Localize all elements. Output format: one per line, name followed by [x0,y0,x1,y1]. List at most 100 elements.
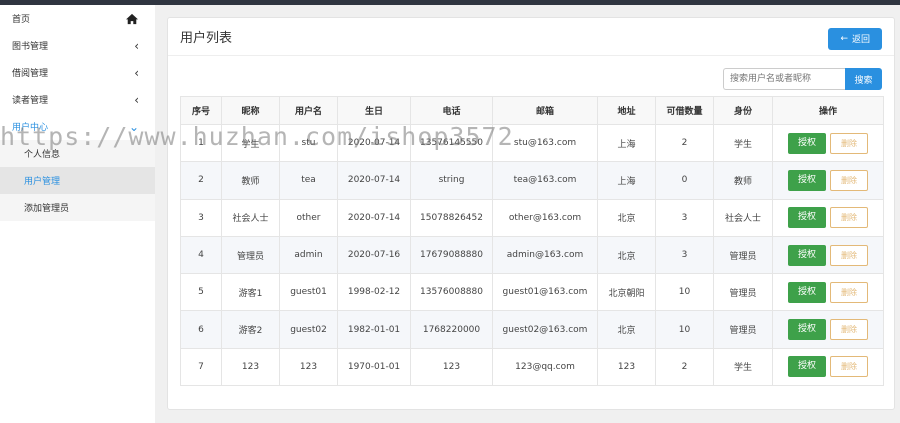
chevron-left-icon: ‹ [134,65,139,80]
cell-address: 上海 [597,161,656,200]
panel-header: 用户列表 ← 返回 [168,18,894,56]
cell-actions: 授权 删除 [772,235,884,275]
cell-address: 北京 [597,235,656,275]
cell-role: 教师 [713,161,773,200]
cell-nickname: 教师 [221,161,280,200]
cell-actions: 授权 删除 [772,273,884,312]
authorize-button[interactable]: 授权 [788,356,826,378]
user-table: 序号 昵称 用户名 生日 电话 邮箱 地址 可借数量 身份 操作 1 学生 st… [180,96,884,387]
cell-phone: 123 [410,347,493,387]
cell-email: admin@163.com [492,235,598,275]
cell-email: guest01@163.com [492,273,598,312]
delete-button[interactable]: 删除 [830,244,868,266]
table-row: 7 123 123 1970-01-01 123 123@qq.com 123 … [180,347,884,387]
sidebar-item-borrow[interactable]: 借阅管理 ‹ [0,59,155,86]
authorize-button[interactable]: 授权 [788,319,826,341]
column-header: 身份 [713,96,773,125]
sidebar-subitem-user-management[interactable]: 用户管理 [0,167,155,194]
table-header-row: 序号 昵称 用户名 生日 电话 邮箱 地址 可借数量 身份 操作 [180,96,884,125]
cell-username: tea [279,161,338,200]
cell-quota: 0 [655,161,714,200]
cell-phone: 17679088880 [410,235,493,275]
cell-id: 5 [180,273,222,312]
cell-nickname: 管理员 [221,235,280,275]
table-row: 4 管理员 admin 2020-07-16 17679088880 admin… [180,235,884,275]
delete-button[interactable]: 删除 [830,169,868,191]
column-header: 序号 [180,96,222,125]
delete-button[interactable]: 删除 [830,356,868,378]
cell-birthday: 1998-02-12 [337,273,411,312]
cell-username: 123 [279,347,338,387]
sidebar-subitem-profile[interactable]: 个人信息 [0,140,155,167]
table-row: 5 游客1 guest01 1998-02-12 13576008880 gue… [180,273,884,312]
cell-birthday: 1970-01-01 [337,347,411,387]
column-header: 地址 [597,96,656,125]
authorize-button[interactable]: 授权 [788,132,826,154]
cell-role: 管理员 [713,273,773,312]
cell-username: admin [279,235,338,275]
back-button[interactable]: ← 返回 [828,27,882,50]
cell-phone: 13576145550 [410,123,493,163]
cell-birthday: 2020-07-14 [337,161,411,200]
cell-role: 管理员 [713,235,773,275]
cell-quota: 10 [655,273,714,312]
user-list-panel: 用户列表 ← 返回 搜索 序号 昵称 用户名 生日 电话 邮箱 地址 可借数量 … [167,17,895,410]
column-header: 生日 [337,96,411,125]
cell-nickname: 123 [221,347,280,387]
table-row: 2 教师 tea 2020-07-14 string tea@163.com 上… [180,161,884,200]
cell-quota: 2 [655,123,714,163]
sidebar-item-readers[interactable]: 读者管理 ‹ [0,86,155,113]
sidebar-subitem-add-admin[interactable]: 添加管理员 [0,194,155,221]
table-row: 1 学生 stu 2020-07-14 13576145550 stu@163.… [180,123,884,163]
cell-id: 3 [180,198,222,237]
delete-button[interactable]: 删除 [830,132,868,154]
delete-button[interactable]: 删除 [830,207,868,229]
search-input[interactable] [723,68,845,90]
home-icon [126,13,138,24]
cell-actions: 授权 删除 [772,310,884,349]
sidebar-item-home[interactable]: 首页 [0,5,155,32]
sidebar-item-label: 首页 [12,15,31,25]
column-header: 昵称 [221,96,280,125]
column-header: 操作 [772,96,884,125]
cell-phone: 15078826452 [410,198,493,237]
cell-actions: 授权 删除 [772,347,884,387]
cell-phone: 13576008880 [410,273,493,312]
cell-actions: 授权 删除 [772,161,884,200]
cell-birthday: 2020-07-14 [337,198,411,237]
cell-address: 北京 [597,310,656,349]
cell-id: 1 [180,123,222,163]
column-header: 邮箱 [492,96,598,125]
cell-actions: 授权 删除 [772,123,884,163]
cell-address: 北京 [597,198,656,237]
cell-email: tea@163.com [492,161,598,200]
sidebar-item-label: 图书管理 [12,42,49,52]
cell-username: guest01 [279,273,338,312]
search-bar: 搜索 [168,56,894,90]
sidebar-item-user-center[interactable]: 用户中心 ⌄ [0,113,155,140]
authorize-button[interactable]: 授权 [788,281,826,303]
cell-quota: 3 [655,235,714,275]
cell-phone: string [410,161,493,200]
authorize-button[interactable]: 授权 [788,207,826,229]
cell-email: stu@163.com [492,123,598,163]
sidebar-item-books[interactable]: 图书管理 ‹ [0,32,155,59]
cell-email: 123@qq.com [492,347,598,387]
cell-email: guest02@163.com [492,310,598,349]
cell-nickname: 学生 [221,123,280,163]
cell-birthday: 1982-01-01 [337,310,411,349]
cell-address: 北京朝阳 [597,273,656,312]
cell-nickname: 社会人士 [221,198,280,237]
chevron-down-icon: ⌄ [128,119,139,134]
delete-button[interactable]: 删除 [830,281,868,303]
delete-button[interactable]: 删除 [830,319,868,341]
sidebar-subitem-label: 个人信息 [24,150,61,160]
authorize-button[interactable]: 授权 [788,169,826,191]
table-row: 3 社会人士 other 2020-07-14 15078826452 othe… [180,198,884,237]
column-header: 电话 [410,96,493,125]
authorize-button[interactable]: 授权 [788,244,826,266]
cell-quota: 10 [655,310,714,349]
cell-email: other@163.com [492,198,598,237]
cell-nickname: 游客2 [221,310,280,349]
search-button[interactable]: 搜索 [845,68,882,90]
